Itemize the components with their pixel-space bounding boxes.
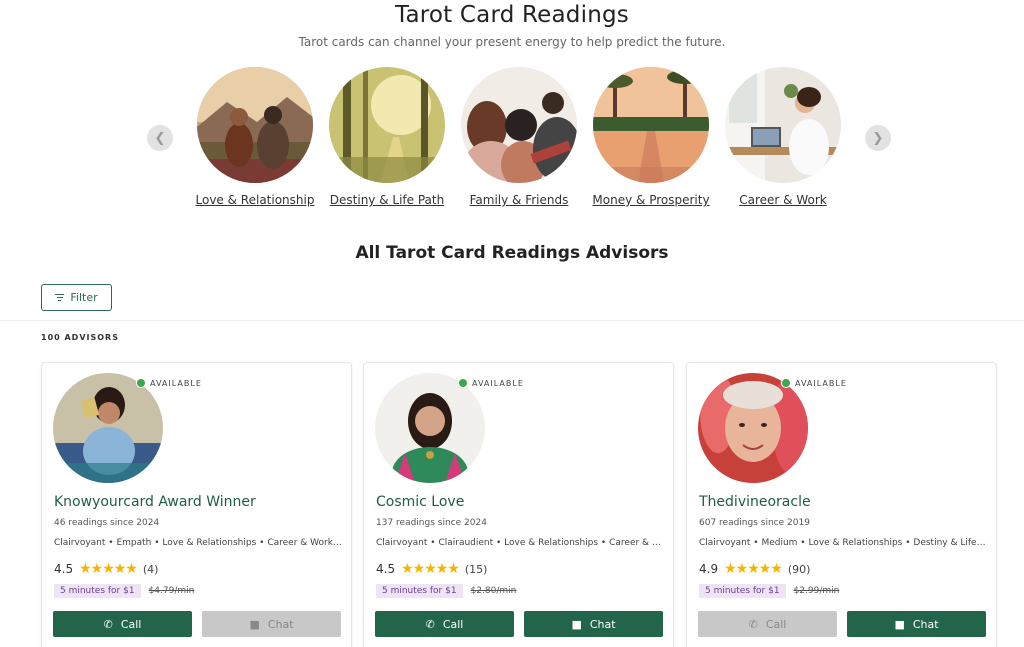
advisor-card[interactable]: AVAILABLE Thedivineoracle 607 readings s…	[686, 362, 997, 647]
phone-icon: ✆	[748, 617, 758, 631]
chevron-left-icon[interactable]: ❮	[147, 125, 173, 151]
divider	[0, 320, 1024, 321]
advisor-name[interactable]: Thedivineoracle	[699, 494, 811, 510]
advisor-card[interactable]: AVAILABLE Knowyourcard Award Winner 46 r…	[41, 362, 352, 647]
advisors-count: 100 ADVISORS	[41, 333, 119, 342]
call-label: Call	[442, 617, 464, 631]
call-label: Call	[120, 617, 142, 631]
beach-resort-image	[593, 67, 709, 183]
advisor-name[interactable]: Knowyourcard Award Winner	[54, 494, 256, 510]
category-destiny-life-path[interactable]: Destiny & Life Path	[321, 66, 453, 207]
rating-value: 4.5	[376, 562, 396, 576]
category-love-relationship[interactable]: Love & Relationship	[189, 66, 321, 207]
availability-status: AVAILABLE	[136, 378, 202, 388]
price-row: 5 minutes for $1 $2.80/min	[376, 584, 516, 598]
chat-label: Chat	[589, 617, 616, 631]
status-dot-icon	[136, 378, 146, 388]
old-price: $4.79/min	[148, 586, 195, 596]
advisor-card[interactable]: AVAILABLE Cosmic Love 137 readings since…	[363, 362, 674, 647]
avatar[interactable]	[375, 373, 485, 483]
advisor-readings: 607 readings since 2019	[699, 518, 810, 528]
category-label[interactable]: Money & Prosperity	[585, 193, 717, 207]
phone-icon: ✆	[425, 617, 435, 631]
rating-row: 4.9 ★★★★★ (90)	[699, 561, 810, 577]
category-family-friends[interactable]: Family & Friends	[453, 66, 585, 207]
chat-icon: ■	[571, 617, 582, 631]
promo-badge: 5 minutes for $1	[54, 584, 141, 598]
avatar[interactable]	[698, 373, 808, 483]
chat-button[interactable]: ■ Chat	[202, 611, 341, 637]
filter-label: Filter	[70, 291, 98, 304]
category-carousel: ❮ Love & Relationship Destiny & Life Pat…	[0, 66, 1024, 216]
category-money-prosperity[interactable]: Money & Prosperity	[585, 66, 717, 207]
chat-button[interactable]: ■ Chat	[524, 611, 663, 637]
advisor-readings: 137 readings since 2024	[376, 518, 487, 528]
friends-photo-image	[461, 67, 577, 183]
rating-value: 4.9	[699, 562, 719, 576]
chat-label: Chat	[267, 617, 294, 631]
advisor-readings: 46 readings since 2024	[54, 518, 160, 528]
status-dot-icon	[781, 378, 791, 388]
call-button[interactable]: ✆ Call	[375, 611, 514, 637]
rating-value: 4.5	[54, 562, 74, 576]
review-count: (4)	[142, 562, 159, 576]
chat-button[interactable]: ■ Chat	[847, 611, 986, 637]
call-label: Call	[765, 617, 787, 631]
category-label[interactable]: Family & Friends	[453, 193, 585, 207]
page-subtitle: Tarot cards can channel your present ene…	[298, 35, 726, 49]
couple-photo-image	[197, 67, 313, 183]
status-text: AVAILABLE	[150, 378, 202, 388]
star-icon: ★★★★★	[401, 561, 460, 577]
call-button[interactable]: ✆ Call	[53, 611, 192, 637]
forest-path-image	[329, 67, 445, 183]
chat-icon: ■	[894, 617, 905, 631]
category-career-work[interactable]: Career & Work	[717, 66, 849, 207]
call-button[interactable]: ✆ Call	[698, 611, 837, 637]
chat-label: Chat	[912, 617, 939, 631]
filter-button[interactable]: Filter	[41, 284, 112, 311]
review-count: (15)	[464, 562, 488, 576]
advisor-tags: Clairvoyant • Medium • Love & Relationsh…	[699, 538, 987, 548]
rating-row: 4.5 ★★★★★ (4)	[54, 561, 158, 577]
promo-badge: 5 minutes for $1	[699, 584, 786, 598]
availability-status: AVAILABLE	[781, 378, 847, 388]
advisor-tags: Clairvoyant • Clairaudient • Love & Rela…	[376, 538, 664, 548]
category-label[interactable]: Career & Work	[717, 193, 849, 207]
advisor-tags: Clairvoyant • Empath • Love & Relationsh…	[54, 538, 342, 548]
status-dot-icon	[458, 378, 468, 388]
filter-icon	[55, 292, 65, 303]
category-label[interactable]: Love & Relationship	[189, 193, 321, 207]
price-row: 5 minutes for $1 $4.79/min	[54, 584, 194, 598]
advisors-section-title: All Tarot Card Readings Advisors	[355, 243, 669, 263]
advisor-name[interactable]: Cosmic Love	[376, 494, 464, 510]
status-text: AVAILABLE	[795, 378, 847, 388]
price-row: 5 minutes for $1 $2.99/min	[699, 584, 839, 598]
phone-icon: ✆	[103, 617, 113, 631]
category-label[interactable]: Destiny & Life Path	[321, 193, 453, 207]
availability-status: AVAILABLE	[458, 378, 524, 388]
star-icon: ★★★★★	[79, 561, 138, 577]
review-count: (90)	[787, 562, 811, 576]
old-price: $2.99/min	[793, 586, 840, 596]
page-title: Tarot Card Readings	[395, 2, 629, 28]
status-text: AVAILABLE	[472, 378, 524, 388]
avatar[interactable]	[53, 373, 163, 483]
chevron-right-icon[interactable]: ❯	[865, 125, 891, 151]
old-price: $2.80/min	[470, 586, 517, 596]
chat-icon: ■	[249, 617, 260, 631]
woman-laptop-image	[725, 67, 841, 183]
star-icon: ★★★★★	[724, 561, 783, 577]
rating-row: 4.5 ★★★★★ (15)	[376, 561, 487, 577]
promo-badge: 5 minutes for $1	[376, 584, 463, 598]
